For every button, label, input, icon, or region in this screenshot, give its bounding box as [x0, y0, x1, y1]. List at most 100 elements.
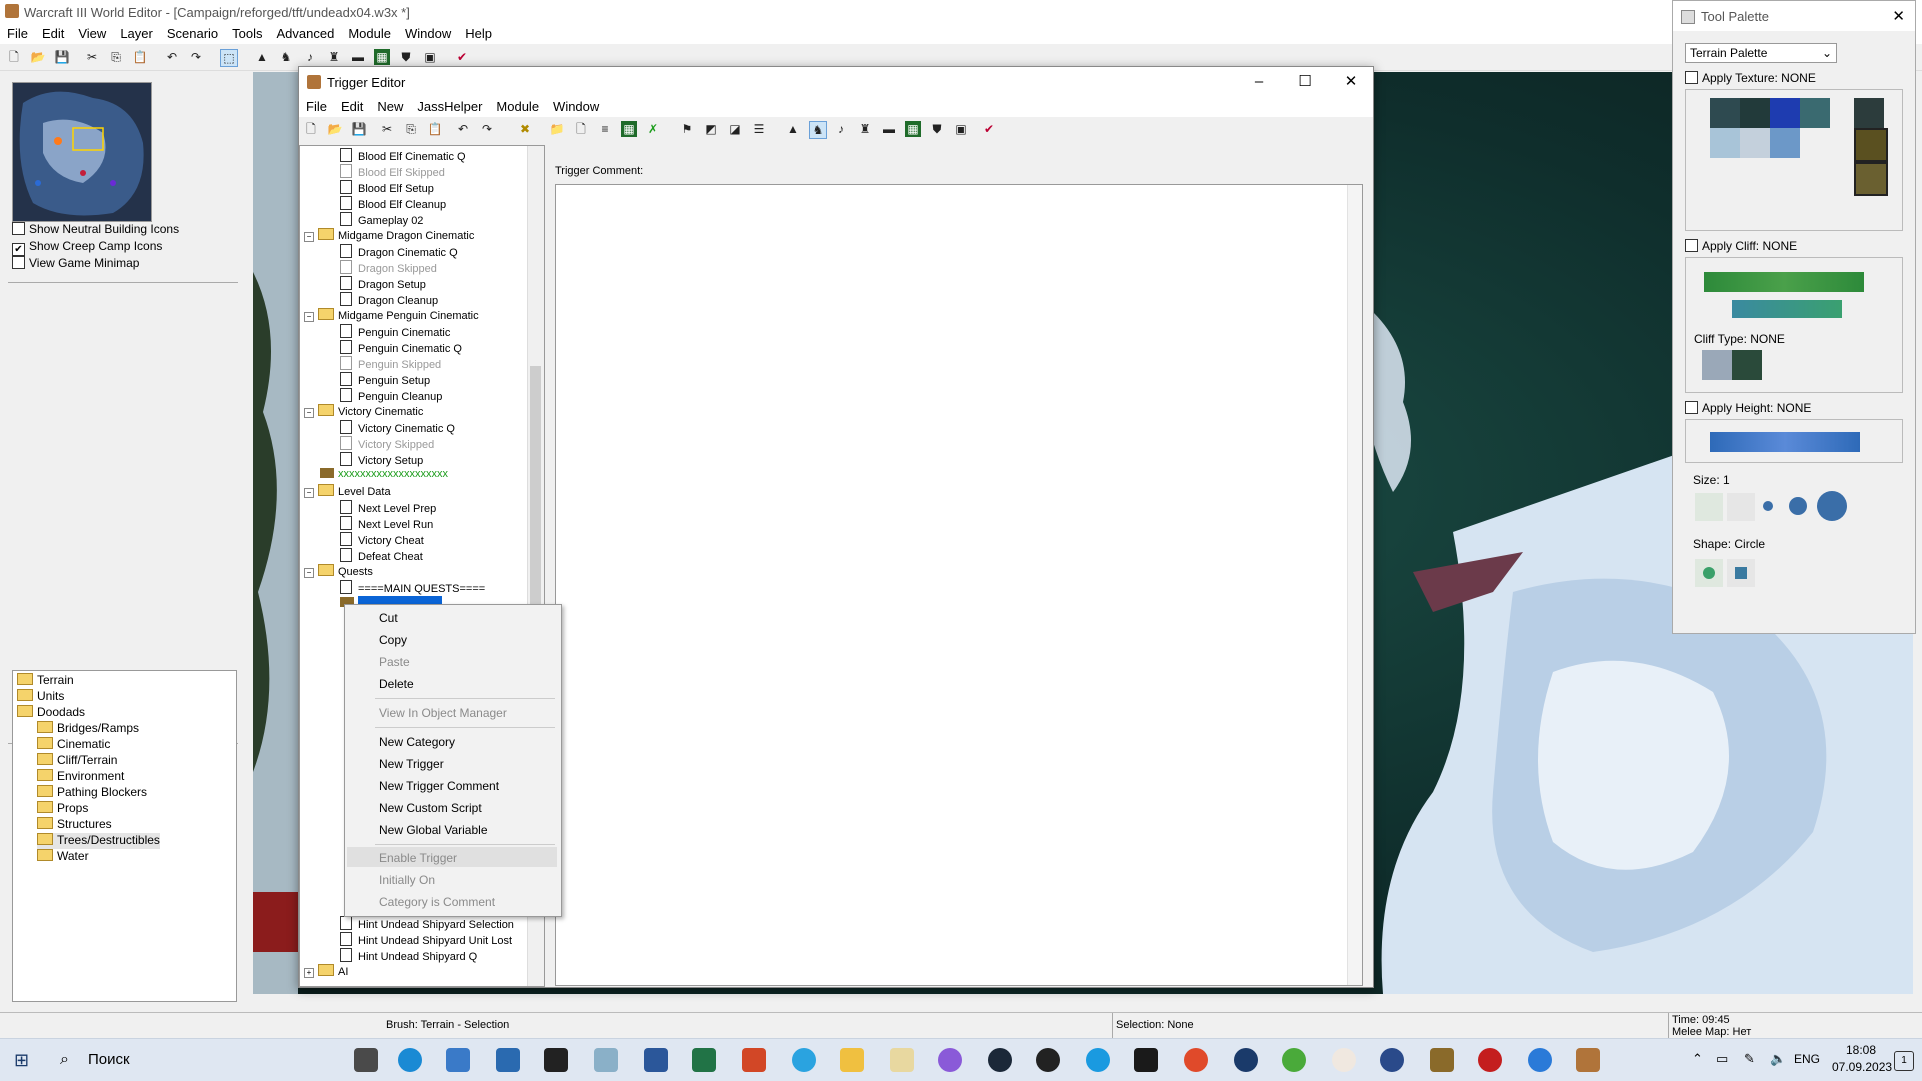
app-icon[interactable] — [1332, 1048, 1356, 1072]
file-explorer-icon[interactable] — [840, 1048, 864, 1072]
paste-icon[interactable]: 📋 — [427, 121, 443, 137]
ctx-enable-trigger[interactable]: Enable Trigger — [379, 851, 457, 869]
trigger-item[interactable]: Hint Undead Shipyard Q — [340, 948, 477, 964]
trigger-item[interactable]: Dragon Cleanup — [340, 292, 438, 308]
size-selector[interactable] — [1693, 491, 1853, 523]
menu-view[interactable]: View — [71, 24, 113, 43]
comment-scrollbar[interactable] — [1347, 185, 1362, 985]
palette-tree-item[interactable]: Pathing Blockers — [37, 785, 147, 801]
texture-tile[interactable] — [1740, 128, 1770, 158]
palette-dropdown[interactable]: Terrain Palette ⌄ — [1685, 43, 1837, 63]
texture-tile[interactable] — [1800, 98, 1830, 128]
trigger-item[interactable]: Penguin Cinematic — [340, 324, 450, 340]
trigger-item[interactable]: Defeat Cheat — [340, 548, 423, 564]
menu-help[interactable]: Help — [458, 24, 499, 43]
cliff-tools-art[interactable] — [1732, 300, 1842, 318]
clock-date[interactable]: 07.09.2023 — [1832, 1060, 1892, 1074]
ctx-delete[interactable]: Delete — [379, 677, 414, 695]
test-map-icon[interactable]: ✔ — [454, 49, 470, 65]
trigger-item[interactable]: Dragon Setup — [340, 276, 426, 292]
paste-icon[interactable]: 📋 — [132, 49, 148, 65]
menu-layer[interactable]: Layer — [113, 24, 160, 43]
new-trigger-icon[interactable]: 🗋 — [573, 121, 589, 137]
collapse-icon[interactable]: − — [304, 232, 314, 242]
search-icon[interactable]: ⌕ — [60, 1051, 69, 1069]
size-2-icon[interactable] — [1727, 493, 1755, 521]
pycharm-icon[interactable] — [1134, 1048, 1158, 1072]
palette-tree-item[interactable]: Water — [37, 849, 89, 865]
new-condition-icon[interactable]: ◩ — [703, 121, 719, 137]
unit-editor-icon[interactable]: ♞ — [278, 49, 294, 65]
apply-height-row[interactable]: Apply Height: NONE — [1685, 401, 1811, 415]
unit-editor-icon[interactable]: ♞ — [809, 121, 827, 139]
category-item[interactable]: − Midgame Dragon Cinematic — [304, 228, 474, 244]
notification-badge[interactable]: 1 — [1894, 1051, 1914, 1071]
campaign-editor-icon[interactable]: ▬ — [881, 121, 897, 137]
trigger-item[interactable]: Gameplay 02 — [340, 212, 423, 228]
texture-tile[interactable] — [1854, 162, 1888, 196]
circle-shape-button[interactable] — [1695, 559, 1723, 587]
trigger-editor-titlebar[interactable]: Trigger Editor – ☐ ✕ — [299, 67, 1373, 97]
trigger-editor-icon[interactable]: ▦ — [374, 49, 390, 65]
show-creep-camp-icons-checkbox[interactable]: ✔ — [12, 243, 25, 256]
texture-tile[interactable] — [1710, 128, 1740, 158]
trigger-item[interactable]: Penguin Cleanup — [340, 388, 442, 404]
discord-icon[interactable] — [938, 1048, 962, 1072]
trigger-item[interactable]: ====MAIN QUESTS==== — [340, 580, 485, 596]
menu-file[interactable]: File — [0, 24, 35, 43]
app-icon[interactable] — [1086, 1048, 1110, 1072]
apply-cliff-checkbox[interactable] — [1685, 239, 1698, 252]
trigger-item[interactable]: Next Level Run — [340, 516, 433, 532]
trigger-item[interactable]: Hint Undead Shipyard Unit Lost — [340, 932, 512, 948]
task-view-icon[interactable] — [354, 1048, 378, 1072]
edge-browser-icon[interactable] — [398, 1048, 422, 1072]
settings-app-icon[interactable] — [446, 1048, 470, 1072]
trigger-item[interactable]: Penguin Setup — [340, 372, 430, 388]
redo-icon[interactable]: ↷ — [188, 49, 204, 65]
minimize-button[interactable]: – — [1239, 71, 1279, 93]
app-icon[interactable] — [1528, 1048, 1552, 1072]
trigger-item[interactable]: Blood Elf Cinematic Q — [340, 148, 466, 164]
size-5-icon[interactable] — [1817, 491, 1847, 521]
import-manager-icon[interactable]: ⛊ — [929, 121, 945, 137]
collapse-icon[interactable]: − — [304, 312, 314, 322]
minimap[interactable] — [12, 82, 152, 222]
ctx-category-is-comment[interactable]: Category is Comment — [379, 895, 495, 913]
ctx-new-category[interactable]: New Category — [379, 735, 455, 753]
show-creep-camp-icons-row[interactable]: ✔ Show Creep Camp Icons — [12, 239, 162, 256]
collapse-icon[interactable]: − — [304, 488, 314, 498]
trigger-item[interactable]: Blood Elf Cleanup — [340, 196, 446, 212]
ctx-initially-on[interactable]: Initially On — [379, 873, 435, 891]
app-icon[interactable] — [1234, 1048, 1258, 1072]
new-action-icon[interactable]: ◪ — [727, 121, 743, 137]
size-1-icon[interactable] — [1695, 493, 1723, 521]
size-3-icon[interactable] — [1763, 501, 1773, 511]
pen-icon[interactable]: ✎ — [1744, 1051, 1755, 1067]
close-button[interactable]: ✕ — [1331, 71, 1371, 93]
palette-tree-item[interactable]: Props — [37, 801, 88, 817]
texture-tile[interactable] — [1854, 128, 1888, 162]
cliff-tools-art[interactable] — [1704, 272, 1864, 292]
palette-tree-item[interactable]: Terrain — [17, 673, 74, 689]
ctx-new-global-variable[interactable]: New Global Variable — [379, 823, 488, 841]
trigger-item-disabled[interactable]: Blood Elf Skipped — [340, 164, 445, 180]
redo-icon[interactable]: ↷ — [479, 121, 495, 137]
object-manager-icon[interactable]: ▣ — [422, 49, 438, 65]
show-neutral-building-icons-row[interactable]: Show Neutral Building Icons — [12, 222, 179, 238]
ctx-new-trigger[interactable]: New Trigger — [379, 757, 444, 775]
shape-selector[interactable] — [1693, 557, 1757, 587]
category-item[interactable]: − Quests — [304, 564, 373, 580]
trig-menu-module[interactable]: Module — [489, 97, 546, 116]
select-tool-icon[interactable]: ⬚ — [220, 49, 238, 67]
menu-scenario[interactable]: Scenario — [160, 24, 225, 43]
copy-icon[interactable]: ⎘ — [108, 49, 124, 65]
new-category-icon[interactable]: 📁 — [549, 121, 565, 137]
menu-edit[interactable]: Edit — [35, 24, 71, 43]
notepad-icon[interactable] — [890, 1048, 914, 1072]
trigger-item[interactable]: Blood Elf Setup — [340, 180, 434, 196]
volume-icon[interactable]: 🔈 — [1770, 1051, 1786, 1067]
maximize-button[interactable]: ☐ — [1285, 71, 1325, 93]
trig-menu-new[interactable]: New — [370, 97, 410, 116]
language-indicator[interactable]: ENG — [1794, 1052, 1820, 1066]
menu-module[interactable]: Module — [341, 24, 398, 43]
